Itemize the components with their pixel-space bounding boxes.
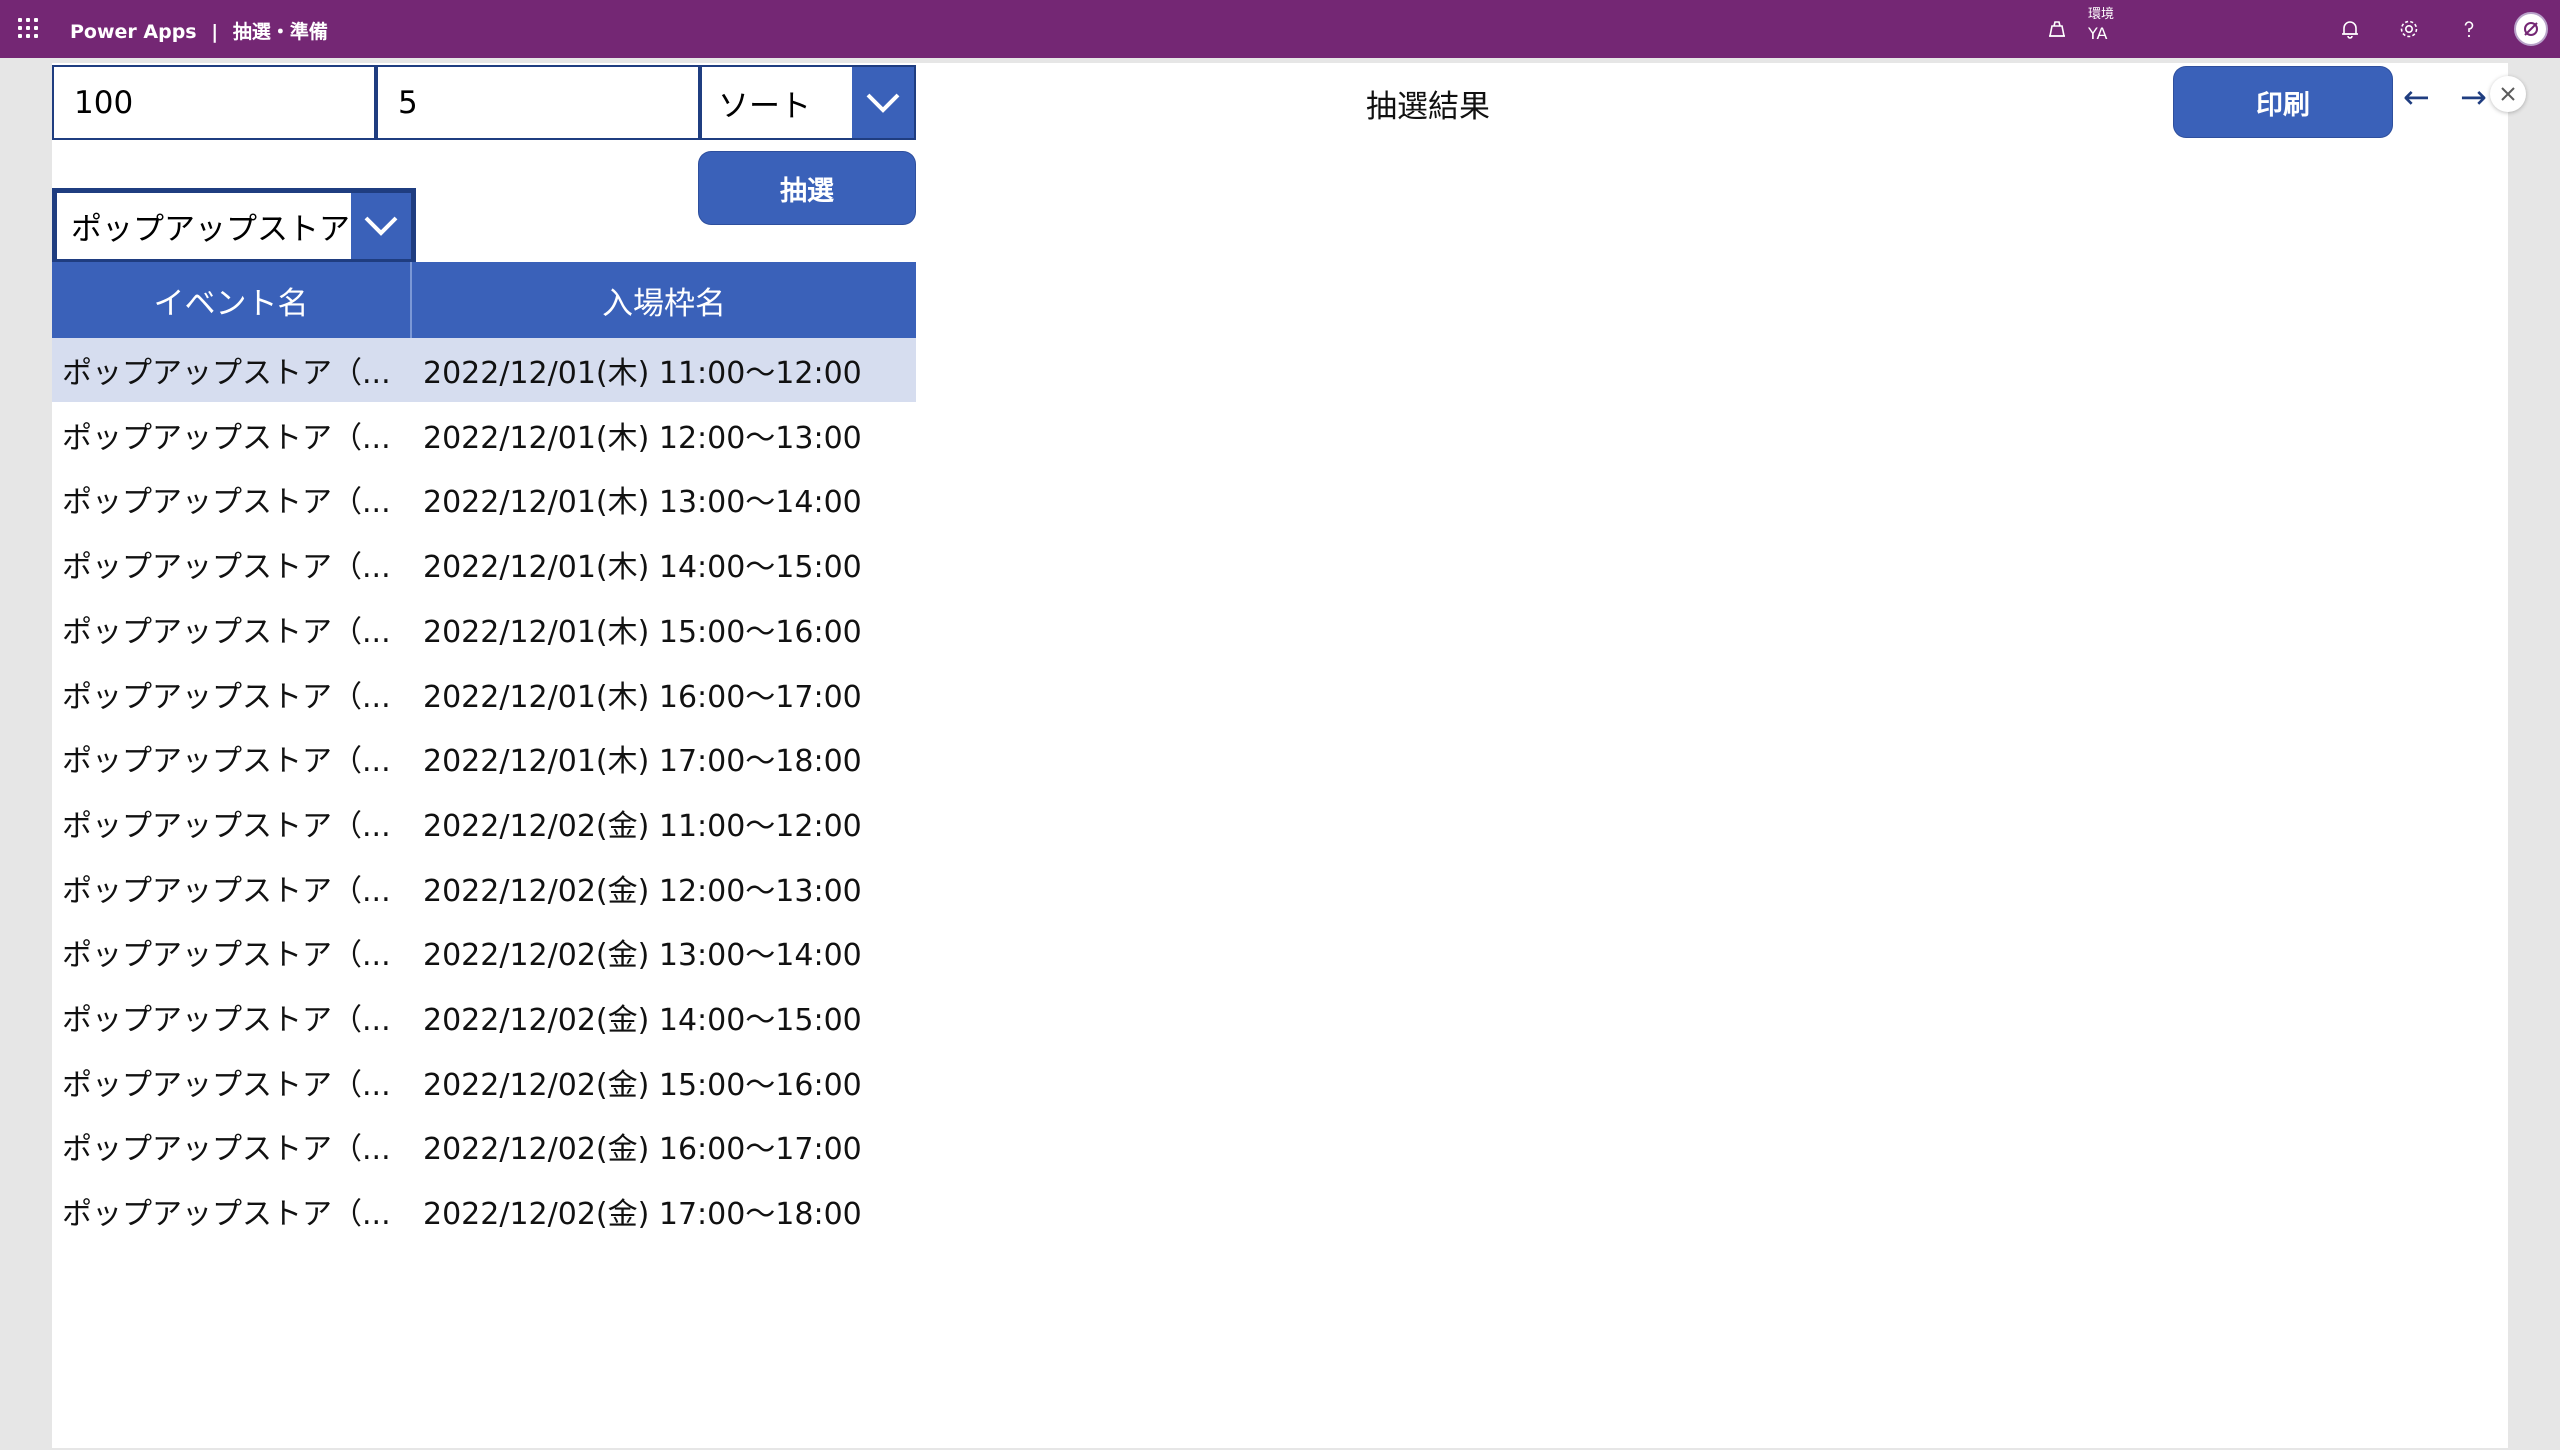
cell-slot-name: 2022/12/02(金) 14:00～15:00 <box>423 1003 862 1038</box>
gear-icon[interactable] <box>2397 17 2421 41</box>
table-row[interactable]: ポップアップストア（... 2022/12/01(木) 11:00～12:00 <box>52 338 916 402</box>
cell-slot-name: 2022/12/01(木) 12:00～13:00 <box>423 420 862 456</box>
back-arrow-icon[interactable]: ← <box>2403 78 2430 116</box>
cell-slot-name: 2022/12/01(木) 17:00～18:00 <box>423 744 862 780</box>
sort-dropdown-value: ソート <box>718 88 811 124</box>
cell-event-name: ポップアップストア（... <box>62 1067 391 1103</box>
cell-slot-name: 2022/12/02(金) 11:00～12:00 <box>423 808 862 844</box>
table-row[interactable]: ポップアップストア（... 2022/12/02(金) 14:00～15:00 <box>52 985 916 1049</box>
cell-slot-name: 2022/12/02(金) 17:00～18:00 <box>423 1197 862 1233</box>
environment-label: 環境 <box>2088 7 2115 22</box>
event-dropdown[interactable]: ポップアップストア（ <box>52 188 416 264</box>
header-event-name[interactable]: イベント名 <box>52 262 410 338</box>
event-dropdown-value: ポップアップストア（ <box>71 211 381 248</box>
environment-icon[interactable] <box>2046 18 2068 40</box>
header-slot-name[interactable]: 入場枠名 <box>412 262 916 338</box>
cell-event-name: ポップアップストア（... <box>62 550 391 586</box>
table-row[interactable]: ポップアップストア（... 2022/12/01(木) 16:00～17:00 <box>52 662 916 726</box>
cell-event-name: ポップアップストア（... <box>62 873 391 909</box>
table-row[interactable]: ポップアップストア（... 2022/12/02(金) 15:00～16:00 <box>52 1050 916 1114</box>
product-name: Power Apps <box>70 21 197 43</box>
table-row[interactable]: ポップアップストア（... 2022/12/01(木) 14:00～15:00 <box>52 532 916 596</box>
winners-input[interactable]: 5 <box>376 65 700 140</box>
cell-slot-name: 2022/12/02(金) 15:00～16:00 <box>423 1067 862 1103</box>
count-input-value: 100 <box>74 84 134 121</box>
cell-event-name: ポップアップストア（... <box>62 1132 391 1168</box>
cell-slot-name: 2022/12/01(木) 14:00～15:00 <box>423 550 862 586</box>
draw-button[interactable]: 抽選 <box>699 152 915 224</box>
chevron-down-icon[interactable] <box>351 193 411 259</box>
table-row[interactable]: ポップアップストア（... 2022/12/02(金) 13:00～14:00 <box>52 920 916 984</box>
table-row[interactable]: ポップアップストア（... 2022/12/02(金) 11:00～12:00 <box>52 791 916 855</box>
sort-dropdown[interactable]: ソート <box>700 65 916 140</box>
table-row[interactable]: ポップアップストア（... 2022/12/02(金) 17:00～18:00 <box>52 1179 916 1243</box>
bell-icon[interactable] <box>2338 17 2362 41</box>
print-button[interactable]: 印刷 <box>2174 67 2392 137</box>
cell-slot-name: 2022/12/02(金) 13:00～14:00 <box>423 938 862 974</box>
cell-event-name: ポップアップストア（... <box>62 614 391 650</box>
avatar-icon[interactable] <box>2514 12 2548 46</box>
help-icon[interactable] <box>2457 17 2481 41</box>
cell-event-name: ポップアップストア（... <box>62 808 391 844</box>
table-row[interactable]: ポップアップストア（... 2022/12/01(木) 15:00～16:00 <box>52 597 916 661</box>
table-row[interactable]: ポップアップストア（... 2022/12/02(金) 12:00～13:00 <box>52 856 916 920</box>
environment-value[interactable]: YA <box>2088 24 2107 43</box>
table-row[interactable]: ポップアップストア（... 2022/12/01(木) 12:00～13:00 <box>52 403 916 467</box>
app-name: 抽選・準備 <box>232 21 328 43</box>
app-title: Power Apps | 抽選・準備 <box>70 17 328 44</box>
cell-event-name: ポップアップストア（... <box>62 744 391 780</box>
table-row[interactable]: ポップアップストア（... 2022/12/01(木) 17:00～18:00 <box>52 726 916 790</box>
close-icon <box>2501 87 2515 101</box>
count-input[interactable]: 100 <box>52 65 376 140</box>
winners-input-value: 5 <box>398 84 418 121</box>
cell-event-name: ポップアップストア（... <box>62 485 391 521</box>
forward-arrow-icon[interactable]: → <box>2460 78 2487 116</box>
cell-slot-name: 2022/12/01(木) 16:00～17:00 <box>423 679 862 715</box>
table-header: イベント名 入場枠名 <box>52 262 916 338</box>
title-separator: | <box>211 21 219 43</box>
cell-event-name: ポップアップストア（... <box>62 679 391 715</box>
cell-event-name: ポップアップストア（... <box>62 420 391 456</box>
table-row[interactable]: ポップアップストア（... 2022/12/02(金) 16:00～17:00 <box>52 1114 916 1178</box>
table-row[interactable]: ポップアップストア（... 2022/12/01(木) 13:00～14:00 <box>52 467 916 531</box>
cell-event-name: ポップアップストア（... <box>62 1003 391 1038</box>
close-button[interactable] <box>2490 76 2526 112</box>
result-title: 抽選結果 <box>1366 89 1490 125</box>
cell-event-name: ポップアップストア（... <box>62 1197 391 1233</box>
chevron-down-icon[interactable] <box>852 67 914 138</box>
cell-event-name: ポップアップストア（... <box>62 356 391 391</box>
cell-slot-name: 2022/12/01(木) 15:00～16:00 <box>423 614 862 650</box>
cell-slot-name: 2022/12/02(金) 12:00～13:00 <box>423 873 862 909</box>
cell-slot-name: 2022/12/01(木) 11:00～12:00 <box>423 356 862 391</box>
cell-event-name: ポップアップストア（... <box>62 938 391 974</box>
suite-bar: Power Apps | 抽選・準備 環境 YA <box>0 0 2560 58</box>
cell-slot-name: 2022/12/01(木) 13:00～14:00 <box>423 485 862 521</box>
cell-slot-name: 2022/12/02(金) 16:00～17:00 <box>423 1132 862 1168</box>
waffle-icon[interactable] <box>18 18 40 40</box>
